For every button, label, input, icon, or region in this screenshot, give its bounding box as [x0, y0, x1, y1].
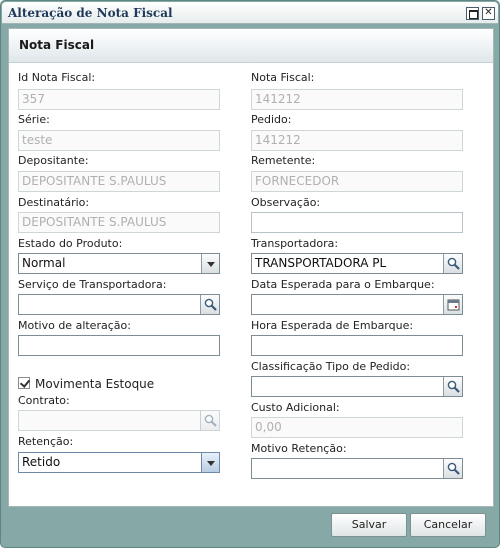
pedido-label: Pedido: [251, 113, 292, 126]
section-header: Nota Fiscal [9, 29, 493, 63]
remetente-field: FORNECEDOR [251, 171, 463, 192]
close-icon[interactable]: ✕ [482, 7, 495, 20]
nota-fiscal-field: 141212 [251, 89, 463, 110]
movimenta-estoque-label: Movimenta Estoque [35, 377, 155, 391]
classificacao-field[interactable] [251, 376, 463, 397]
classificacao-label: Classificação Tipo de Pedido: [251, 360, 411, 373]
destinatario-label: Destinatário: [18, 196, 90, 209]
estado-produto-label: Estado do Produto: [18, 237, 123, 250]
observacao-label: Observação: [251, 196, 321, 209]
search-icon [200, 411, 219, 430]
retencao-value: Retido [22, 455, 61, 469]
hora-embarque-label: Hora Esperada de Embarque: [251, 319, 414, 332]
data-embarque-field[interactable] [251, 294, 463, 315]
dialog-window: Alteração de Nota Fiscal ✕ Nota Fiscal I… [0, 0, 500, 548]
transportadora-value: TRANSPORTADORA PL [255, 256, 387, 270]
motivo-alteracao-label: Motivo de alteração: [18, 319, 131, 332]
contrato-field [18, 410, 220, 431]
search-icon[interactable] [443, 459, 462, 478]
custo-adicional-label: Custo Adicional: [251, 401, 340, 414]
retencao-label: Retenção: [18, 435, 74, 448]
save-button[interactable]: Salvar [331, 513, 407, 537]
maximize-icon[interactable] [466, 7, 479, 20]
search-icon[interactable] [200, 295, 219, 314]
servico-transportadora-label: Serviço de Transportadora: [18, 278, 167, 291]
window-title: Alteração de Nota Fiscal [8, 6, 173, 20]
search-icon[interactable] [443, 377, 462, 396]
depositante-label: Depositante: [18, 154, 89, 167]
observacao-field[interactable] [251, 212, 463, 233]
servico-transportadora-field[interactable] [18, 294, 220, 315]
remetente-label: Remetente: [251, 154, 316, 167]
destinatario-field: DEPOSITANTE S.PAULUS [18, 212, 220, 233]
section-title: Nota Fiscal [19, 38, 95, 52]
chevron-down-icon[interactable] [201, 453, 219, 472]
serie-label: Série: [18, 113, 50, 126]
movimenta-estoque-checkbox[interactable] [18, 377, 30, 389]
depositante-field: DEPOSITANTE S.PAULUS [18, 171, 220, 192]
calendar-icon[interactable] [443, 295, 462, 314]
cancel-button[interactable]: Cancelar [410, 513, 486, 537]
contrato-label: Contrato: [18, 394, 70, 407]
motivo-retencao-label: Motivo Retenção: [251, 442, 347, 455]
estado-produto-select[interactable]: Normal [18, 253, 220, 274]
motivo-retencao-field[interactable] [251, 458, 463, 479]
retencao-select[interactable]: Retido [18, 452, 220, 473]
transportadora-label: Transportadora: [251, 237, 339, 250]
search-icon[interactable] [443, 254, 462, 273]
id-nota-field: 357 [18, 89, 220, 110]
custo-adicional-field: 0,00 [251, 417, 463, 438]
pedido-field: 141212 [251, 130, 463, 151]
data-embarque-label: Data Esperada para o Embarque: [251, 278, 435, 291]
transportadora-field[interactable]: TRANSPORTADORA PL [251, 253, 463, 274]
serie-field: teste [18, 130, 220, 151]
hora-embarque-field[interactable] [251, 335, 463, 356]
titlebar[interactable]: Alteração de Nota Fiscal ✕ [2, 2, 498, 24]
id-nota-label: Id Nota Fiscal: [18, 71, 96, 84]
nota-fiscal-label: Nota Fiscal: [251, 71, 315, 84]
estado-produto-value: Normal [22, 256, 66, 270]
chevron-down-icon[interactable] [201, 254, 219, 273]
motivo-alteracao-field[interactable] [18, 335, 220, 356]
